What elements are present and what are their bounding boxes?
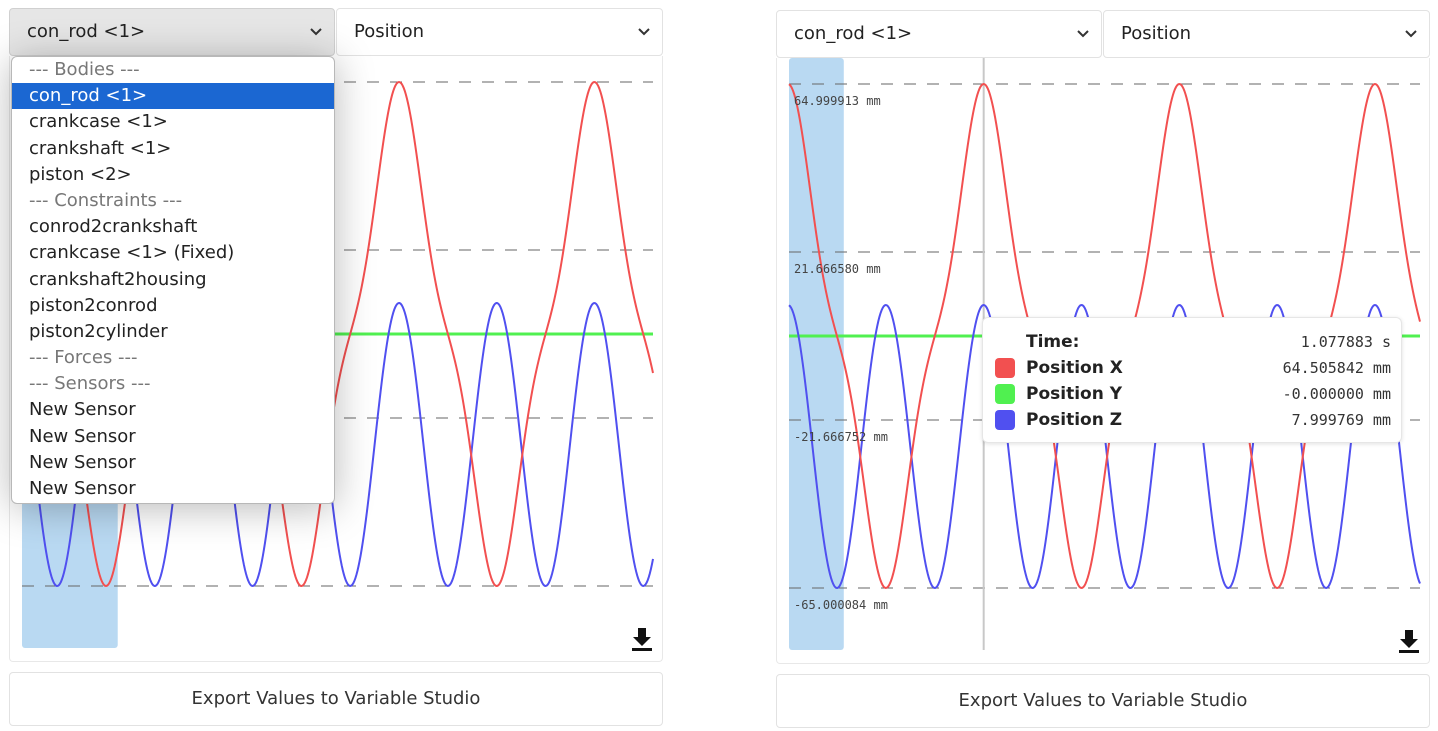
tooltip-time-row: Time: 1.077883 s — [983, 329, 1401, 355]
tooltip-row-position-y: Position Y -0.000000 mm — [983, 381, 1401, 407]
download-icon — [632, 628, 652, 651]
dropdown-option[interactable]: piston2cylinder — [12, 319, 334, 345]
quantity-select[interactable]: Position — [1103, 10, 1430, 58]
selection-highlight — [789, 58, 844, 650]
y-tick-label: 64.999913 mm — [794, 94, 881, 108]
export-to-variable-studio-button[interactable]: Export Values to Variable Studio — [9, 672, 663, 726]
body-select[interactable]: con_rod <1> — [776, 10, 1102, 58]
dropdown-option[interactable]: conrod2crankshaft — [12, 214, 334, 240]
legend-swatch-x — [995, 358, 1015, 378]
dropdown-group-header: --- Constraints --- — [29, 189, 183, 211]
dropdown-option[interactable]: crankcase <1> (Fixed) — [12, 240, 334, 266]
dropdown-option[interactable]: New Sensor — [12, 424, 334, 450]
tooltip-label: Position Y — [1026, 384, 1123, 404]
body-select[interactable]: con_rod <1> — [9, 8, 335, 56]
tooltip-time-label: Time: — [1026, 332, 1080, 352]
quantity-select-value: Position — [1121, 23, 1192, 44]
chevron-down-icon — [638, 28, 650, 36]
dropdown-option[interactable]: New Sensor — [12, 476, 334, 502]
quantity-select-value: Position — [354, 21, 425, 42]
tooltip-time-value: 1.077883 s — [1300, 333, 1391, 351]
dropdown-option[interactable]: crankcase <1> — [12, 109, 334, 135]
chevron-down-icon — [1077, 30, 1089, 38]
quantity-select[interactable]: Position — [336, 8, 663, 56]
y-tick-label: 21.666580 mm — [794, 262, 881, 276]
tooltip-value: 64.505842 mm — [1282, 359, 1391, 377]
dropdown-option[interactable]: crankshaft <1> — [12, 136, 334, 162]
export-to-variable-studio-button[interactable]: Export Values to Variable Studio — [776, 674, 1430, 728]
dropdown-group-header: --- Sensors --- — [29, 373, 151, 395]
legend-swatch-y — [995, 384, 1015, 404]
dropdown-group-header: --- Bodies --- — [29, 59, 140, 80]
chart-tooltip: Time: 1.077883 s Position X 64.505842 mm… — [982, 317, 1402, 443]
dropdown-group-header: --- Forces --- — [29, 347, 138, 369]
tooltip-value: -0.000000 mm — [1282, 385, 1391, 403]
dropdown-option[interactable]: New Sensor — [12, 397, 334, 423]
download-button[interactable] — [630, 625, 654, 653]
tooltip-row-position-z: Position Z 7.999769 mm — [983, 407, 1401, 433]
body-select-value: con_rod <1> — [27, 21, 146, 42]
tooltip-row-position-x: Position X 64.505842 mm — [983, 355, 1401, 381]
chevron-down-icon — [310, 28, 322, 36]
dropdown-option[interactable]: piston <2> — [12, 162, 334, 188]
download-button[interactable] — [1397, 627, 1421, 655]
tooltip-label: Position X — [1026, 358, 1123, 378]
dropdown-option[interactable]: crankshaft2housing — [12, 267, 334, 293]
dropdown-option[interactable]: con_rod <1> — [12, 83, 334, 110]
body-select-dropdown[interactable]: --- Bodies --- con_rod <1> crankcase <1> cr… — [11, 56, 335, 504]
tooltip-value: 7.999769 mm — [1291, 411, 1391, 429]
tooltip-label: Position Z — [1026, 410, 1123, 430]
chevron-down-icon — [1405, 30, 1417, 38]
download-icon — [1399, 630, 1419, 653]
y-tick-label: -65.000084 mm — [794, 598, 888, 612]
legend-swatch-z — [995, 410, 1015, 430]
dropdown-option[interactable]: New Sensor — [12, 450, 334, 476]
dropdown-option[interactable]: piston2conrod — [12, 293, 334, 319]
body-select-value: con_rod <1> — [794, 23, 913, 44]
y-tick-label: -21.666752 mm — [794, 430, 888, 444]
